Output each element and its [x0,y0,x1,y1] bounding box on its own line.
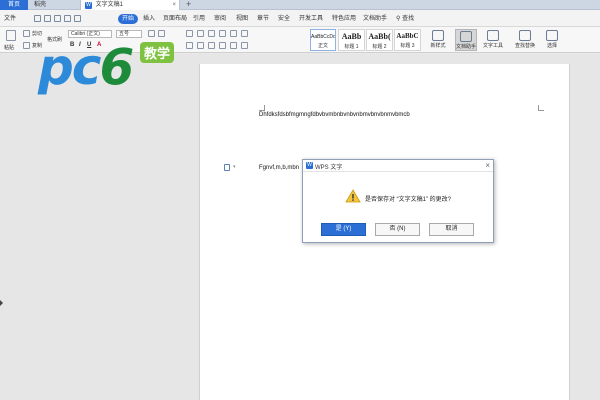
tab-document[interactable]: W 文字文稿1 × [80,0,180,10]
wps-doc-icon: W [85,2,92,9]
quick-access-toolbar [34,15,84,24]
cut-label: 剪切 [32,31,43,37]
new-style-label: 新样式 [430,43,446,49]
undo-icon[interactable] [64,15,71,22]
sort-icon[interactable] [230,30,237,37]
align-center-icon[interactable] [197,42,204,49]
menu-bar: 文件 开始 插入 页面布局 引用 审阅 视图 章节 安全 开发工具 特色应用 文… [0,10,600,27]
new-tab-button[interactable]: + [186,0,191,9]
align-right-icon[interactable] [208,42,215,49]
style-heading-3[interactable]: AaBbC 标题 3 [394,29,421,51]
pc6-logo-text: pc6 [38,38,134,96]
font-size-select[interactable]: 五号 [116,30,142,38]
wps-logo-icon: W [306,162,313,169]
show-marks-icon[interactable] [241,30,248,37]
style-normal-name: 正文 [317,43,328,49]
pc6-logo-badge: 教学 [140,42,175,63]
search-icon: ⚲ [396,16,401,22]
menu-doc-helper[interactable]: 文档助手 [363,14,387,24]
dialog-close-icon[interactable]: × [485,160,490,171]
numbering-icon[interactable] [197,30,204,37]
copy-icon[interactable] [23,42,30,49]
select-button[interactable]: 选择 [541,29,563,51]
style-heading-2-name: 标题 2 [372,44,387,50]
style-normal-sample: AaBbCcDd [311,34,335,40]
bullets-icon[interactable] [186,30,193,37]
style-heading-2-sample: AaBb( [368,32,391,41]
font-name-select[interactable]: Calibri (正文) [68,30,112,38]
chevron-down-icon[interactable]: ▾ [233,164,236,170]
menu-insert[interactable]: 插入 [143,14,155,24]
no-button[interactable]: 否 (N) [375,223,420,236]
outdent-icon[interactable] [208,30,215,37]
dialog-title: WPS 文字 [315,165,343,171]
pc6-logo-text-a: pc [38,38,101,96]
magnifier-icon [519,30,531,41]
document-line-2[interactable]: Fgnvf,m,b,mbn [259,165,299,171]
tab-close-icon[interactable]: × [172,0,176,10]
yes-button[interactable]: 是 (Y) [321,223,366,236]
dialog-title-bar: W WPS 文字 × [303,160,493,172]
paragraph-handle-icon[interactable] [224,164,230,171]
style-heading-3-sample: AaBbC [396,32,419,40]
pc6-logo: pc6 教学 [38,40,188,100]
borders-icon[interactable] [241,42,248,49]
margin-mark-top-right [538,105,544,111]
warning-icon [345,189,361,203]
new-style-button[interactable]: 新样式 [427,29,449,51]
dialog-message: 是否保存对 “文字文稿1” 的更改? [365,197,452,203]
menu-special-apps[interactable]: 特色应用 [332,14,356,24]
menu-view[interactable]: 视图 [236,14,248,24]
line-spacing-icon[interactable] [230,42,237,49]
cut-icon[interactable] [23,30,30,37]
pc6-logo-text-b: 6 [99,38,134,96]
pointer-icon [546,30,558,41]
mouse-cursor-icon [0,300,3,306]
print-icon[interactable] [44,15,51,22]
wrench-icon [487,30,499,41]
tab-draft[interactable]: 稻壳 [30,0,80,10]
menu-search[interactable]: ⚲ 查找 [396,14,414,24]
select-label: 选择 [546,43,557,49]
find-replace-label: 查找替换 [514,43,535,49]
grow-font-icon[interactable] [148,30,155,37]
document-line-1[interactable]: Dhfdksfdsbfmgmngfdbvbvmbnbvnbvnbmvbnvbnm… [259,112,410,118]
save-icon[interactable] [34,15,41,22]
tab-home[interactable]: 首页 [0,0,28,10]
menu-references[interactable]: 引用 [193,14,205,24]
menu-search-label: 查找 [402,16,415,22]
style-heading-1[interactable]: AaBb 标题 1 [338,29,365,51]
indent-icon[interactable] [219,30,226,37]
save-changes-dialog: W WPS 文字 × 是否保存对 “文字文稿1” 的更改? 是 (Y) 否 (N… [302,159,494,243]
style-heading-1-sample: AaBb [341,32,362,41]
redo-icon[interactable] [74,15,81,22]
menu-review[interactable]: 审阅 [214,14,226,24]
shrink-font-icon[interactable] [158,30,165,37]
menu-developer[interactable]: 开发工具 [299,14,323,24]
menu-security[interactable]: 安全 [278,14,290,24]
cancel-button[interactable]: 取消 [429,223,474,236]
menu-file[interactable]: 文件 [4,14,16,24]
new-style-icon [432,30,444,41]
text-tools-label: 文字工具 [482,43,503,49]
paste-icon[interactable] [6,30,16,41]
justify-icon[interactable] [219,42,226,49]
doc-helper-button[interactable]: 文档助手 [455,29,477,51]
menu-chapter[interactable]: 章节 [257,14,269,24]
find-replace-button[interactable]: 查找替换 [514,29,536,51]
menu-page-layout[interactable]: 页面布局 [163,14,187,24]
tab-document-label: 文字文稿1 [95,2,124,8]
margin-mark-top-left [259,105,265,111]
preview-icon[interactable] [54,15,61,22]
tab-bar: 首页 稻壳 W 文字文稿1 × + [0,0,600,10]
doc-helper-label: 文档助手 [456,44,477,50]
text-tools-button[interactable]: 文字工具 [482,29,504,51]
style-heading-1-name: 标题 1 [344,44,359,50]
doc-helper-icon [460,31,472,42]
style-normal[interactable]: AaBbCcDd 正文 [310,29,336,51]
style-heading-2[interactable]: AaBb( 标题 2 [366,29,393,51]
paste-label: 粘贴 [4,45,15,51]
style-heading-3-name: 标题 3 [400,43,415,49]
menu-home[interactable]: 开始 [118,14,139,24]
